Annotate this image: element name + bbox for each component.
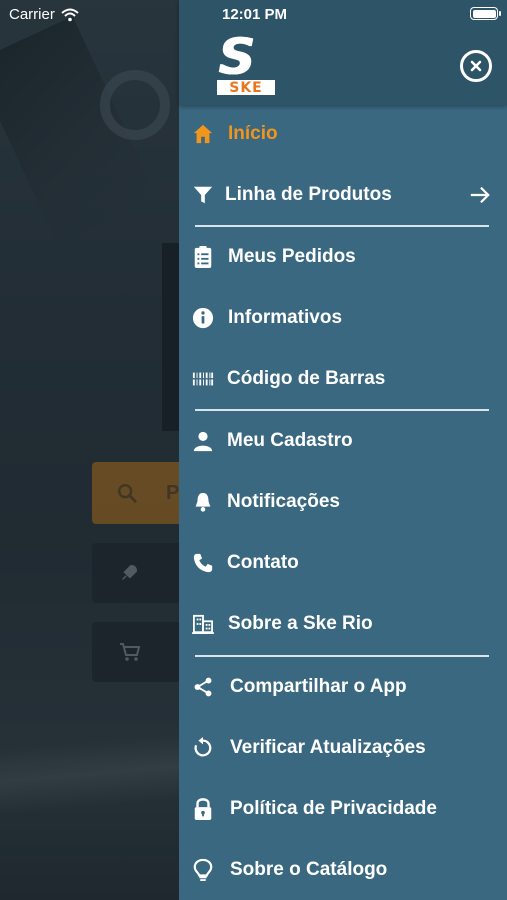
clipboard-list-icon	[191, 245, 215, 269]
bell-icon	[191, 490, 215, 514]
wifi-icon	[61, 8, 79, 21]
status-time: 12:01 PM	[222, 6, 288, 23]
lightbulb-icon	[191, 858, 215, 882]
menu-item-codigo-de-barras[interactable]: Código de Barras	[179, 354, 507, 404]
buildings-icon	[191, 612, 215, 636]
battery-icon	[470, 7, 501, 20]
menu-item-label: Meus Pedidos	[228, 246, 356, 267]
refresh-icon	[191, 736, 215, 760]
menu-item-notificacoes[interactable]: Notificações	[179, 477, 507, 527]
barcode-icon	[191, 367, 215, 391]
carrier-label: Carrier	[9, 6, 55, 23]
menu-item-inicio[interactable]: Início	[179, 109, 507, 159]
menu-item-label: Sobre o Catálogo	[230, 859, 388, 880]
menu-item-label: Compartilhar o App	[230, 676, 407, 697]
menu-item-label: Verificar Atualizações	[230, 737, 426, 758]
menu-item-linha-de-produtos[interactable]: Linha de Produtos	[179, 170, 507, 220]
menu-item-label: Meu Cadastro	[227, 430, 353, 451]
menu-item-label: Início	[228, 123, 278, 144]
home-icon	[191, 122, 215, 146]
ske-logo: S SKE	[217, 32, 275, 96]
info-icon	[191, 306, 215, 330]
phone-icon	[191, 551, 215, 575]
menu-divider	[195, 225, 489, 227]
menu-divider	[195, 409, 489, 411]
menu-item-contato[interactable]: Contato	[179, 538, 507, 588]
navigation-drawer: S SKE Início Linha de Produtos Meus Pedi…	[179, 0, 507, 900]
menu-item-label: Informativos	[228, 307, 343, 328]
menu-item-label: Sobre a Ske Rio	[228, 613, 373, 634]
menu-item-label: Linha de Produtos	[225, 184, 392, 205]
arrow-right-icon	[470, 186, 490, 204]
menu-item-label: Notificações	[227, 491, 340, 512]
carrier-indicator: Carrier	[9, 6, 79, 23]
filter-icon	[191, 183, 215, 207]
status-bar: Carrier 12:01 PM	[0, 0, 507, 28]
menu-item-informativos[interactable]: Informativos	[179, 293, 507, 343]
lock-icon	[191, 797, 215, 821]
menu-item-label: Código de Barras	[227, 368, 386, 389]
menu-item-compartilhar-o-app[interactable]: Compartilhar o App	[179, 662, 507, 712]
close-icon	[470, 60, 482, 72]
menu-item-label: Contato	[227, 552, 299, 573]
menu-item-sobre-a-ske-rio[interactable]: Sobre a Ske Rio	[179, 599, 507, 649]
share-icon	[191, 675, 215, 699]
menu-item-sobre-o-catalogo[interactable]: Sobre o Catálogo	[179, 845, 507, 895]
menu-item-meu-cadastro[interactable]: Meu Cadastro	[179, 416, 507, 466]
menu-divider	[195, 655, 489, 657]
menu-item-meus-pedidos[interactable]: Meus Pedidos	[179, 232, 507, 282]
user-icon	[191, 429, 215, 453]
menu-item-label: Política de Privacidade	[230, 798, 437, 819]
menu-item-verificar-atualizacoes[interactable]: Verificar Atualizações	[179, 723, 507, 773]
close-drawer-button[interactable]	[460, 50, 492, 82]
menu-item-politica-de-privacidade[interactable]: Política de Privacidade	[179, 784, 507, 834]
